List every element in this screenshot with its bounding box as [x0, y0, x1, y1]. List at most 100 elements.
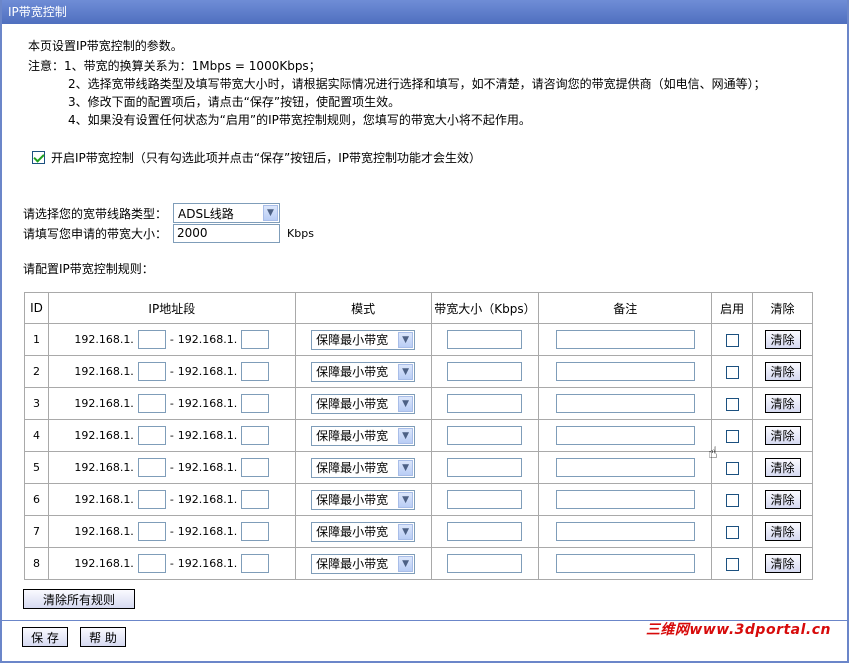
mode-select[interactable]: 保障最小带宽 ▼	[311, 425, 416, 446]
bandwidth-label: 请填写您申请的带宽大小：	[23, 227, 168, 241]
hand-cursor-icon: ☝	[708, 443, 718, 462]
line-type-select[interactable]: ADSL线路 ▼	[173, 203, 281, 223]
rule-remark-input[interactable]	[555, 554, 695, 573]
chevron-down-icon: ▼	[398, 427, 414, 444]
ip-prefix-start: 192.168.1.	[74, 429, 134, 442]
enable-checkbox[interactable]	[32, 151, 45, 164]
bandwidth-unit: Kbps	[287, 227, 314, 240]
mode-value: 保障最小带宽	[316, 493, 389, 507]
note-2: 2、选择宽带线路类型及填写带宽大小时，请根据实际情况进行选择和填写，如不清楚，请…	[68, 77, 766, 91]
ip-end-input[interactable]	[241, 458, 270, 477]
ip-prefix-start: 192.168.1.	[74, 557, 134, 570]
ip-end-input[interactable]	[241, 522, 270, 541]
rule-remark-input[interactable]	[555, 426, 695, 445]
rule-bandwidth-input[interactable]	[447, 458, 523, 477]
rule-clear-button[interactable]: 清除	[764, 458, 801, 477]
mode-select[interactable]: 保障最小带宽 ▼	[311, 521, 416, 542]
rule-clear-button[interactable]: 清除	[764, 522, 801, 541]
mode-select[interactable]: 保障最小带宽 ▼	[311, 329, 416, 350]
ip-prefix-end: 192.168.1.	[177, 429, 238, 442]
ip-start-input[interactable]	[137, 362, 166, 381]
ip-start-input[interactable]	[137, 490, 166, 509]
mode-value: 保障最小带宽	[316, 333, 389, 347]
header-ip-range: IP地址段	[47, 292, 296, 324]
rule-clear-button[interactable]: 清除	[764, 554, 801, 573]
mode-value: 保障最小带宽	[316, 557, 389, 571]
rule-remark-input[interactable]	[555, 458, 695, 477]
remark-cell	[538, 419, 713, 452]
bandwidth-input[interactable]: 2000	[173, 224, 281, 243]
clear-cell: 清除	[752, 483, 813, 516]
ip-range-cell: 192.168.1. - 192.168.1.	[47, 419, 296, 452]
rule-id: 8	[24, 547, 49, 580]
ip-end-input[interactable]	[241, 490, 270, 509]
ip-end-input[interactable]	[241, 330, 270, 349]
mode-select[interactable]: 保障最小带宽 ▼	[311, 553, 416, 574]
ip-prefix-start: 192.168.1.	[74, 525, 134, 538]
ip-end-input[interactable]	[241, 362, 270, 381]
ip-start-input[interactable]	[137, 426, 166, 445]
notes-block: 注意：1、带宽的换算关系为：1Mbps = 1000Kbps； 2、选择宽带线路…	[28, 57, 766, 129]
bandwidth-cell	[430, 387, 540, 420]
mode-select[interactable]: 保障最小带宽 ▼	[311, 489, 416, 510]
save-button[interactable]: 保 存	[22, 627, 68, 647]
rule-remark-input[interactable]	[555, 362, 695, 381]
remark-cell	[538, 515, 713, 548]
mode-cell: 保障最小带宽 ▼	[294, 483, 432, 516]
mode-select[interactable]: 保障最小带宽 ▼	[311, 393, 416, 414]
table-row: 3 192.168.1. - 192.168.1. 保障最小带宽 ▼ 清除	[24, 387, 813, 420]
rule-remark-input[interactable]	[555, 330, 695, 349]
rules-table: ID IP地址段 模式 带宽大小（Kbps） 备注 启用 清除 1 192.16…	[24, 292, 813, 580]
rule-clear-button[interactable]: 清除	[764, 394, 801, 413]
help-button[interactable]: 帮 助	[80, 627, 126, 647]
mode-value: 保障最小带宽	[316, 429, 389, 443]
ip-end-input[interactable]	[241, 426, 270, 445]
rule-enable-checkbox[interactable]	[725, 365, 739, 379]
ip-start-input[interactable]	[137, 394, 166, 413]
ip-start-input[interactable]	[137, 330, 166, 349]
mode-select[interactable]: 保障最小带宽 ▼	[311, 361, 416, 382]
rule-enable-checkbox[interactable]	[725, 429, 739, 443]
rule-enable-checkbox[interactable]	[725, 461, 739, 475]
rule-clear-button[interactable]: 清除	[764, 426, 801, 445]
rule-bandwidth-input[interactable]	[447, 426, 523, 445]
chevron-down-icon: ▼	[398, 523, 414, 540]
rule-enable-checkbox[interactable]	[725, 525, 739, 539]
remark-cell	[538, 387, 713, 420]
bandwidth-cell	[430, 355, 540, 388]
intro-text: 本页设置IP带宽控制的参数。	[28, 39, 183, 53]
ip-start-input[interactable]	[137, 458, 166, 477]
rule-remark-input[interactable]	[555, 394, 695, 413]
ip-end-input[interactable]	[241, 394, 270, 413]
rule-bandwidth-input[interactable]	[447, 522, 523, 541]
rule-clear-button[interactable]: 清除	[764, 362, 801, 381]
watermark-logo: 三维网www.3dportal.cn	[645, 622, 831, 638]
rule-bandwidth-input[interactable]	[447, 330, 523, 349]
ip-start-input[interactable]	[137, 522, 166, 541]
rule-bandwidth-input[interactable]	[447, 490, 523, 509]
rule-enable-checkbox[interactable]	[725, 333, 739, 347]
rule-clear-button[interactable]: 清除	[764, 490, 801, 509]
ip-start-input[interactable]	[137, 554, 166, 573]
ip-end-input[interactable]	[241, 554, 270, 573]
rule-bandwidth-input[interactable]	[447, 554, 523, 573]
line-type-value: ADSL线路	[178, 206, 234, 221]
rule-clear-button[interactable]: 清除	[764, 330, 801, 349]
mode-cell: 保障最小带宽 ▼	[294, 419, 432, 452]
rule-enable-checkbox[interactable]	[725, 493, 739, 507]
rule-remark-input[interactable]	[555, 490, 695, 509]
rule-bandwidth-input[interactable]	[447, 394, 523, 413]
bandwidth-cell	[430, 547, 540, 580]
table-row: 6 192.168.1. - 192.168.1. 保障最小带宽 ▼ 清除	[24, 483, 813, 516]
mode-select[interactable]: 保障最小带宽 ▼	[311, 457, 416, 478]
enable-cell	[711, 483, 754, 516]
header-id: ID	[24, 292, 49, 324]
rule-enable-checkbox[interactable]	[725, 397, 739, 411]
enable-cell	[711, 419, 754, 452]
ip-separator: -	[169, 333, 174, 346]
rule-remark-input[interactable]	[555, 522, 695, 541]
clear-all-button[interactable]: 清除所有规则	[23, 589, 135, 609]
rule-bandwidth-input[interactable]	[447, 362, 523, 381]
rule-enable-checkbox[interactable]	[725, 557, 739, 571]
rule-id: 4	[24, 419, 49, 452]
